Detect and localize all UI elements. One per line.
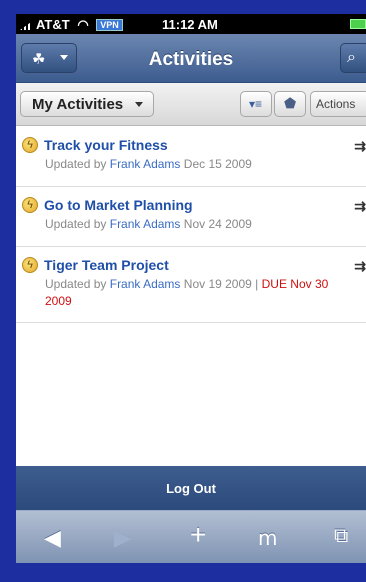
list-item[interactable]: ϟ Tiger Team Project Updated by Frank Ad… — [16, 246, 366, 323]
status-bar: AT&T ◠ VPN 11:12 AM — [16, 14, 366, 34]
activity-list: ϟ Track your Fitness Updated by Frank Ad… — [16, 126, 366, 466]
activity-meta: Updated by Frank Adams Dec 15 2009 — [45, 156, 345, 173]
activity-name[interactable]: Tiger Team Project — [44, 257, 169, 273]
filter-toolbar: My Activities ▾≡ ⬟ Actions — [16, 83, 366, 126]
logout-label: Log Out — [166, 481, 216, 496]
chevron-icon[interactable]: ⇉ — [354, 138, 366, 155]
actions-button[interactable]: Actions — [310, 91, 366, 117]
pages-icon[interactable]: ⧉ — [334, 525, 348, 548]
meta-prefix: Updated by — [45, 157, 107, 171]
vpn-badge: VPN — [96, 19, 123, 31]
activity-meta: Updated by Frank Adams Nov 19 2009 | DUE… — [45, 277, 329, 308]
nav-bar: ☘ Activities ⌕ — [16, 34, 366, 83]
tag-button[interactable]: ⬟ — [274, 91, 306, 117]
activity-status-icon: ϟ — [22, 197, 38, 213]
meta-date: Dec 15 2009 — [183, 157, 252, 171]
activity-name[interactable]: Track your Fitness — [44, 137, 168, 153]
search-icon: ⌕ — [347, 49, 356, 66]
activity-name[interactable]: Go to Market Planning — [44, 197, 193, 213]
list-item[interactable]: ϟ Go to Market Planning Updated by Frank… — [16, 186, 366, 247]
app-frame: AT&T ◠ VPN 11:12 AM ☘ Activities ⌕ My Ac… — [0, 0, 366, 582]
chevron-icon[interactable]: ⇉ — [354, 198, 366, 215]
battery-icon — [350, 19, 366, 29]
meta-date: Nov 19 2009 — [183, 277, 252, 291]
meta-prefix: Updated by — [45, 217, 107, 231]
chevron-down-icon — [135, 102, 143, 107]
bookmarks-icon[interactable]: 𝗆 — [258, 526, 277, 551]
tag-icon: ⬟ — [284, 95, 297, 111]
signal-icon — [20, 20, 34, 30]
meta-date: Nov 24 2009 — [183, 217, 252, 231]
search-button[interactable]: ⌕ — [340, 43, 366, 73]
page-title: Activities — [148, 49, 234, 70]
activity-meta: Updated by Frank Adams Nov 24 2009 — [45, 216, 345, 233]
add-icon[interactable]: + — [190, 519, 206, 551]
my-activities-dropdown[interactable]: My Activities — [20, 91, 154, 117]
activity-status-icon: ϟ — [22, 257, 38, 273]
clock: 11:12 AM — [162, 17, 218, 32]
back-icon[interactable]: ◀ — [44, 525, 61, 551]
wifi-icon: ◠ — [77, 17, 89, 32]
logout-button[interactable]: Log Out — [16, 466, 366, 510]
meta-prefix: Updated by — [45, 277, 107, 291]
sort-icon: ▾≡ — [249, 97, 263, 111]
sort-button[interactable]: ▾≡ — [240, 91, 272, 117]
carrier-group: AT&T ◠ VPN — [20, 17, 123, 33]
activity-status-icon: ϟ — [22, 137, 38, 153]
user-link[interactable]: Frank Adams — [110, 157, 181, 171]
browser-toolbar: ◀ ▶ + 𝗆 ⧉ — [16, 510, 366, 563]
list-item[interactable]: ϟ Track your Fitness Updated by Frank Ad… — [16, 126, 366, 187]
my-activities-label: My Activities — [32, 96, 124, 113]
actions-label: Actions — [316, 97, 356, 111]
forward-icon: ▶ — [114, 525, 131, 550]
carrier-name: AT&T — [36, 17, 70, 32]
user-link[interactable]: Frank Adams — [110, 217, 181, 231]
user-link[interactable]: Frank Adams — [110, 277, 181, 291]
chevron-icon[interactable]: ⇉ — [354, 258, 366, 275]
